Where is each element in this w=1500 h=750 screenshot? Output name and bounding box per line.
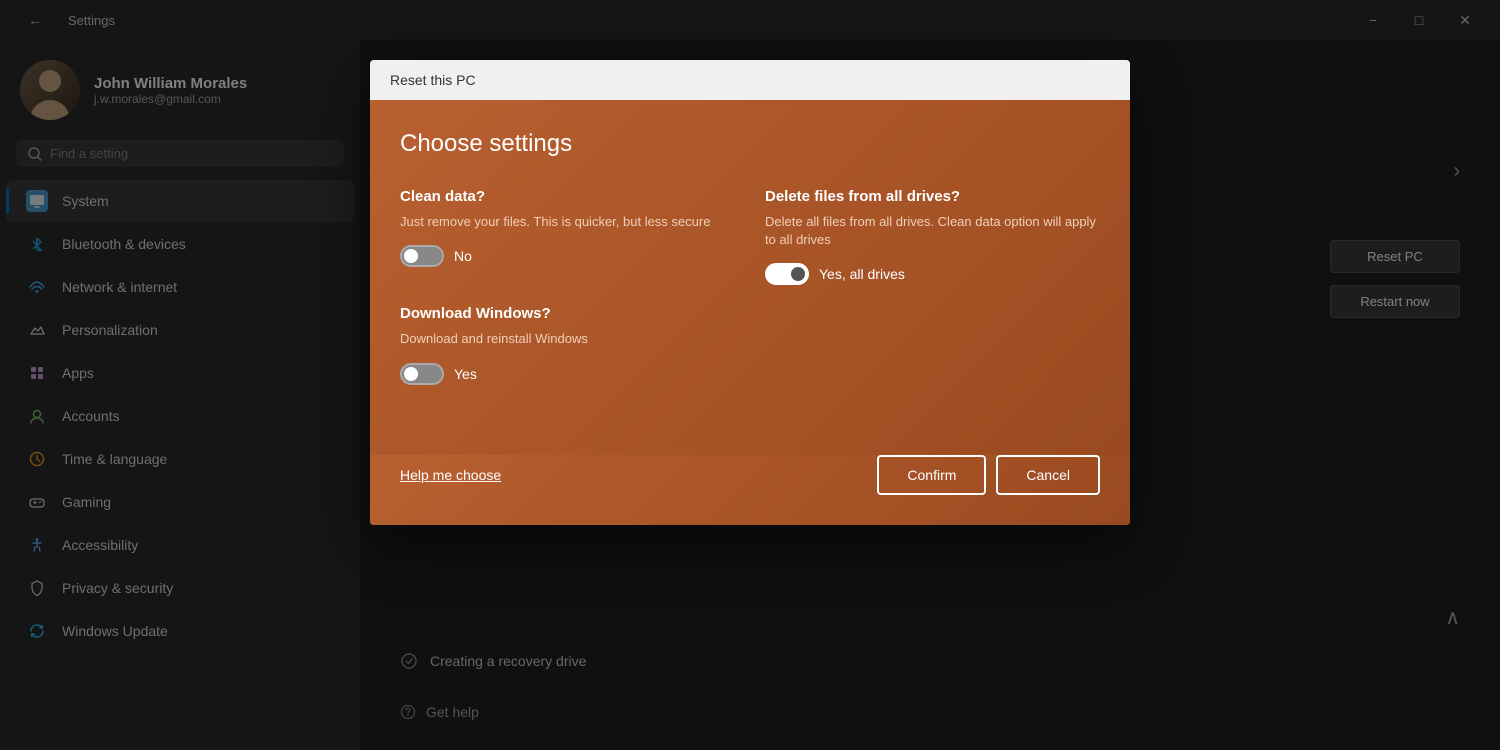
download-windows-group: Download Windows? Download and reinstall… [400,305,1100,384]
delete-files-desc: Delete all files from all drives. Clean … [765,213,1100,249]
modal-body: Choose settings Clean data? Just remove … [370,100,1130,455]
toggle-knob [791,267,805,281]
modal-footer: Help me choose Confirm Cancel [370,455,1130,525]
toggle-knob [404,249,418,263]
toggle-knob [404,367,418,381]
settings-grid: Clean data? Just remove your files. This… [400,188,1100,285]
clean-data-toggle-row: No [400,245,735,267]
help-me-choose-link[interactable]: Help me choose [400,467,501,483]
download-windows-label: Download Windows? [400,305,1100,322]
clean-data-label: Clean data? [400,188,735,205]
download-windows-toggle-row: Yes [400,363,1100,385]
delete-files-label: Delete files from all drives? [765,188,1100,205]
modal-title: Choose settings [400,130,1100,158]
download-windows-toggle-label: Yes [454,366,477,382]
delete-files-toggle-row: Yes, all drives [765,263,1100,285]
clean-data-desc: Just remove your files. This is quicker,… [400,213,735,231]
delete-files-group: Delete files from all drives? Delete all… [765,188,1100,285]
reset-pc-modal: Reset this PC Choose settings Clean data… [370,60,1130,525]
download-windows-toggle[interactable] [400,363,444,385]
clean-data-group: Clean data? Just remove your files. This… [400,188,735,285]
delete-files-toggle-label: Yes, all drives [819,266,905,282]
modal-actions: Confirm Cancel [877,455,1100,495]
confirm-button[interactable]: Confirm [877,455,986,495]
cancel-button[interactable]: Cancel [996,455,1100,495]
modal-header: Reset this PC [370,60,1130,100]
modal-overlay: Reset this PC Choose settings Clean data… [0,0,1500,750]
delete-files-toggle[interactable] [765,263,809,285]
download-windows-desc: Download and reinstall Windows [400,330,1100,348]
clean-data-toggle-label: No [454,248,472,264]
clean-data-toggle[interactable] [400,245,444,267]
